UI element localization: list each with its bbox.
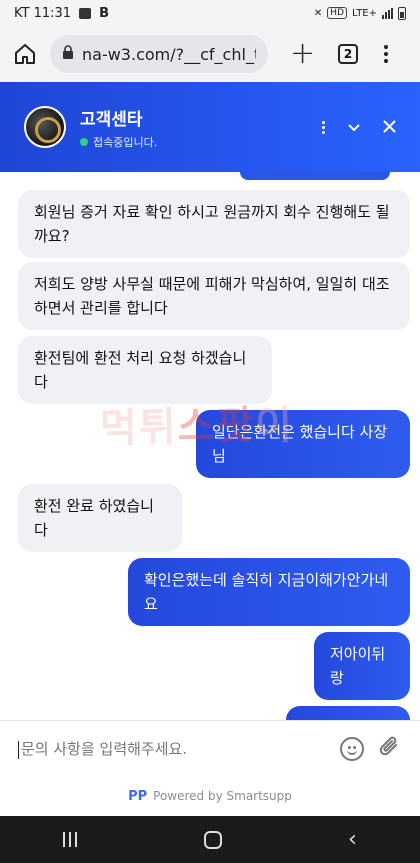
powered-by-text: Powered by Smartsupp: [153, 789, 292, 803]
message-list[interactable]: 회원님 증거 자료 확인 하시고 원금까지 회수 진행해도 될까요? 저희도 양…: [0, 172, 420, 720]
chat-header: 고객센타 접속중입니다.: [0, 82, 420, 172]
b-app-icon: B: [99, 5, 109, 21]
emoji-icon[interactable]: [340, 736, 364, 761]
browser-toolbar: na-w3.com/?__cf_chl_t + 2: [0, 26, 420, 82]
message-input[interactable]: 문의 사항을 입력해주세요.: [18, 738, 340, 759]
address-bar[interactable]: na-w3.com/?__cf_chl_t: [50, 35, 268, 73]
message-user: 일단은환전은 했습니다 사장님: [196, 410, 410, 478]
smartsupp-logo-icon: PP: [128, 788, 148, 804]
mute-icon: ✕: [313, 7, 323, 19]
message-user: 확인은했는데 솔직히 지금이해가안가네요: [128, 558, 410, 626]
chat-title: 고객센타: [80, 109, 143, 130]
message-agent: 회원님 증거 자료 확인 하시고 원금까지 회수 진행해도 될까요?: [18, 190, 410, 258]
recent-apps-icon[interactable]: [63, 832, 78, 847]
hd-icon: HD: [327, 7, 347, 19]
message-agent: 환전팀에 환전 처리 요청 하겠습니다: [18, 336, 272, 404]
message-user-partial: [286, 706, 410, 720]
system-nav-bar: ‹: [0, 816, 420, 863]
home-icon[interactable]: [10, 39, 40, 69]
lock-icon: [62, 44, 74, 64]
status-text: 접속중입니다.: [93, 135, 158, 149]
status-bar: KT 11:31 B ✕ HD LTE+: [0, 0, 420, 26]
message-agent: 환전 완료 하였습니다: [18, 484, 182, 552]
home-button-icon[interactable]: [203, 830, 222, 849]
carrier-time: KT 11:31: [14, 5, 72, 21]
online-dot-icon: [80, 137, 88, 146]
minimize-chevron-icon[interactable]: [347, 118, 361, 137]
browser-menu-icon[interactable]: [384, 45, 388, 63]
attachment-icon[interactable]: [378, 734, 402, 764]
chat-options-icon[interactable]: [322, 120, 325, 134]
signal-icon: [382, 7, 393, 19]
new-tab-icon[interactable]: +: [290, 39, 315, 69]
message-user: 저아이뒤랑: [314, 632, 410, 700]
network-label: LTE+: [352, 7, 377, 19]
back-icon[interactable]: ‹: [348, 828, 357, 851]
gallery-icon: [79, 7, 92, 19]
close-icon[interactable]: [383, 118, 396, 137]
battery-icon: [398, 6, 406, 20]
tab-switcher-button[interactable]: 2: [338, 44, 358, 64]
message-agent: 저희도 양방 사무실 때문에 피해가 막심하여, 일일히 대조하면서 관리를 합…: [18, 262, 410, 330]
previous-message-stub: [240, 172, 390, 180]
powered-by[interactable]: PP Powered by Smartsupp: [0, 776, 420, 816]
online-status: 접속중입니다.: [80, 134, 157, 150]
url-text: na-w3.com/?__cf_chl_t: [82, 44, 256, 64]
message-composer: 문의 사항을 입력해주세요.: [0, 720, 420, 776]
agent-avatar: [24, 106, 66, 148]
